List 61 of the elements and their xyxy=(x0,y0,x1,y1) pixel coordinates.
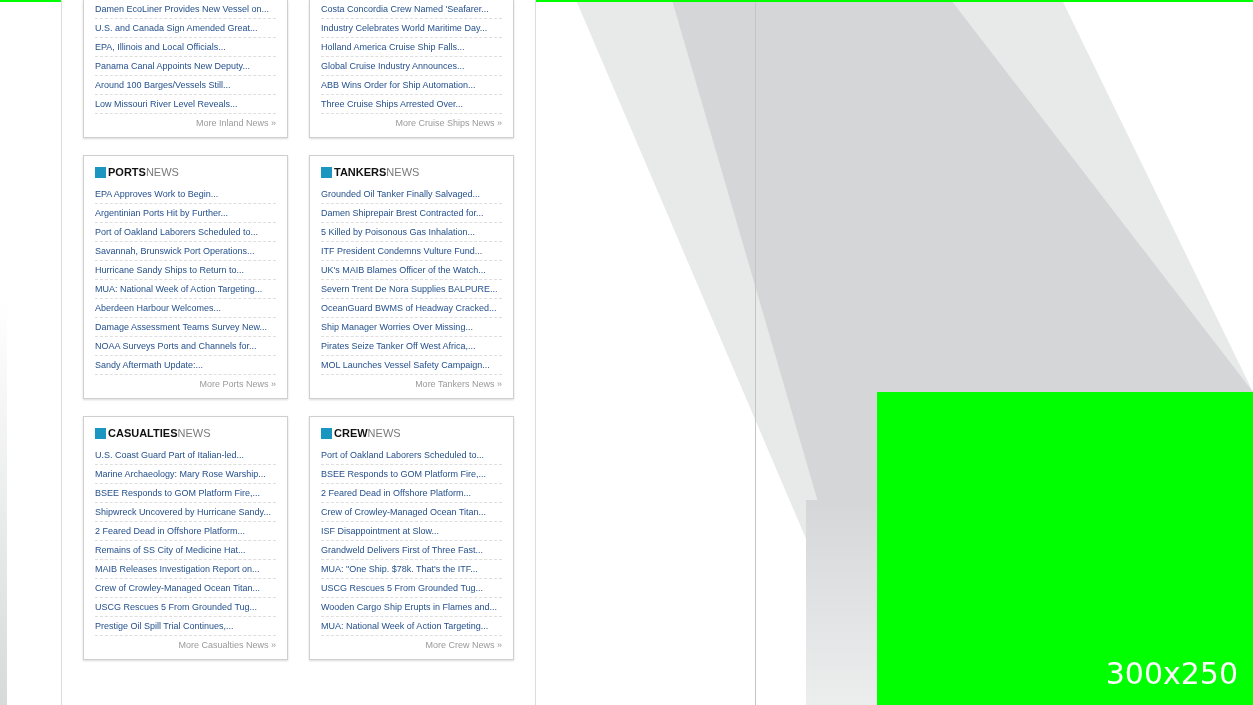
news-link[interactable]: U.S. and Canada Sign Amended Great... xyxy=(95,22,258,34)
news-link[interactable]: Savannah, Brunswick Port Operations... xyxy=(95,245,255,257)
news-link[interactable]: Costa Concordia Crew Named 'Seafarer... xyxy=(321,3,489,15)
news-link[interactable]: ITF President Condemns Vulture Fund... xyxy=(321,245,483,257)
section-heading: TANKERSNEWS xyxy=(334,166,420,179)
news-link[interactable]: Damen EcoLiner Provides New Vessel on... xyxy=(95,3,270,15)
news-link[interactable]: Global Cruise Industry Announces... xyxy=(321,60,465,72)
news-link[interactable]: Prestige Oil Spill Trial Continues,... xyxy=(95,620,234,632)
news-link[interactable]: EPA, Illinois and Local Officials... xyxy=(95,41,226,53)
news-link[interactable]: BSEE Responds to GOM Platform Fire,... xyxy=(95,487,261,499)
news-link[interactable]: Crew of Crowley-Managed Ocean Titan... xyxy=(95,582,261,594)
news-link[interactable]: Severn Trent De Nora Supplies BALPURE... xyxy=(321,283,498,295)
news-link[interactable]: UK's MAIB Blames Officer of the Watch... xyxy=(321,264,486,276)
news-link[interactable]: ISF Disappointment at Slow... xyxy=(321,525,440,537)
news-link[interactable]: Damage Assessment Teams Survey New... xyxy=(95,321,267,333)
news-link[interactable]: Hurricane Sandy Ships to Return to... xyxy=(95,264,245,276)
square-icon xyxy=(95,167,106,178)
news-link[interactable]: Grandweld Delivers First of Three Fast... xyxy=(321,544,483,556)
news-link[interactable]: BSEE Responds to GOM Platform Fire,... xyxy=(321,468,487,480)
ad-size-label: 300x250 xyxy=(1105,657,1238,691)
square-icon xyxy=(321,428,332,439)
news-link[interactable]: Low Missouri River Level Reveals... xyxy=(95,98,238,110)
news-link[interactable]: Wooden Cargo Ship Erupts in Flames and... xyxy=(321,601,497,613)
news-link[interactable]: MUA: National Week of Action Targeting... xyxy=(321,620,489,632)
news-link[interactable]: Port of Oakland Laborers Scheduled to... xyxy=(321,449,485,461)
news-link[interactable]: 2 Feared Dead in Offshore Platform... xyxy=(95,525,245,537)
news-link[interactable]: Three Cruise Ships Arrested Over... xyxy=(321,98,464,110)
news-link[interactable]: 5 Killed by Poisonous Gas Inhalation... xyxy=(321,226,476,238)
news-link[interactable]: Industry Celebrates World Maritime Day... xyxy=(321,22,488,34)
news-link[interactable]: Argentinian Ports Hit by Further... xyxy=(95,207,229,219)
section-heading: CASUALTIESNEWS xyxy=(108,427,211,440)
news-link[interactable]: MOL Launches Vessel Safety Campaign... xyxy=(321,359,490,371)
news-link[interactable]: NOAA Surveys Ports and Channels for... xyxy=(95,340,257,352)
news-link[interactable]: MUA: "One Ship. $78k. That's the ITF... xyxy=(321,563,478,575)
news-link[interactable]: U.S. Coast Guard Part of Italian-led... xyxy=(95,449,245,461)
news-link[interactable]: USCG Rescues 5 From Grounded Tug... xyxy=(321,582,484,594)
news-link[interactable]: Pirates Seize Tanker Off West Africa,... xyxy=(321,340,476,352)
news-link[interactable]: OceanGuard BWMS of Headway Cracked... xyxy=(321,302,497,314)
news-link[interactable]: Aberdeen Harbour Welcomes... xyxy=(95,302,221,314)
section-heading: PORTSNEWS xyxy=(108,166,179,179)
news-link[interactable]: Panama Canal Appoints New Deputy... xyxy=(95,60,250,72)
news-link[interactable]: Shipwreck Uncovered by Hurricane Sandy... xyxy=(95,506,271,518)
square-icon xyxy=(95,428,106,439)
news-link[interactable]: Holland America Cruise Ship Falls... xyxy=(321,41,465,53)
news-link[interactable]: Ship Manager Worries Over Missing... xyxy=(321,321,473,333)
news-link[interactable]: MAIB Releases Investigation Report on... xyxy=(95,563,260,575)
news-link[interactable]: Crew of Crowley-Managed Ocean Titan... xyxy=(321,506,487,518)
news-link[interactable]: Damen Shiprepair Brest Contracted for... xyxy=(321,207,484,219)
news-link[interactable]: Remains of SS City of Medicine Hat... xyxy=(95,544,246,556)
square-icon xyxy=(321,167,332,178)
news-link[interactable]: ABB Wins Order for Ship Automation... xyxy=(321,79,476,91)
news-link[interactable]: Marine Archaeology: Mary Rose Warship... xyxy=(95,468,266,480)
news-link[interactable]: 2 Feared Dead in Offshore Platform... xyxy=(321,487,471,499)
news-link[interactable]: Port of Oakland Laborers Scheduled to... xyxy=(95,226,259,238)
news-link[interactable]: USCG Rescues 5 From Grounded Tug... xyxy=(95,601,258,613)
news-link[interactable]: Grounded Oil Tanker Finally Salvaged... xyxy=(321,188,480,200)
section-heading: CREWNEWS xyxy=(334,427,401,440)
news-link[interactable]: MUA: National Week of Action Targeting... xyxy=(95,283,263,295)
news-link[interactable]: Around 100 Barges/Vessels Still... xyxy=(95,79,231,91)
news-link[interactable]: Sandy Aftermath Update:... xyxy=(95,359,204,371)
news-link[interactable]: EPA Approves Work to Begin... xyxy=(95,188,219,200)
